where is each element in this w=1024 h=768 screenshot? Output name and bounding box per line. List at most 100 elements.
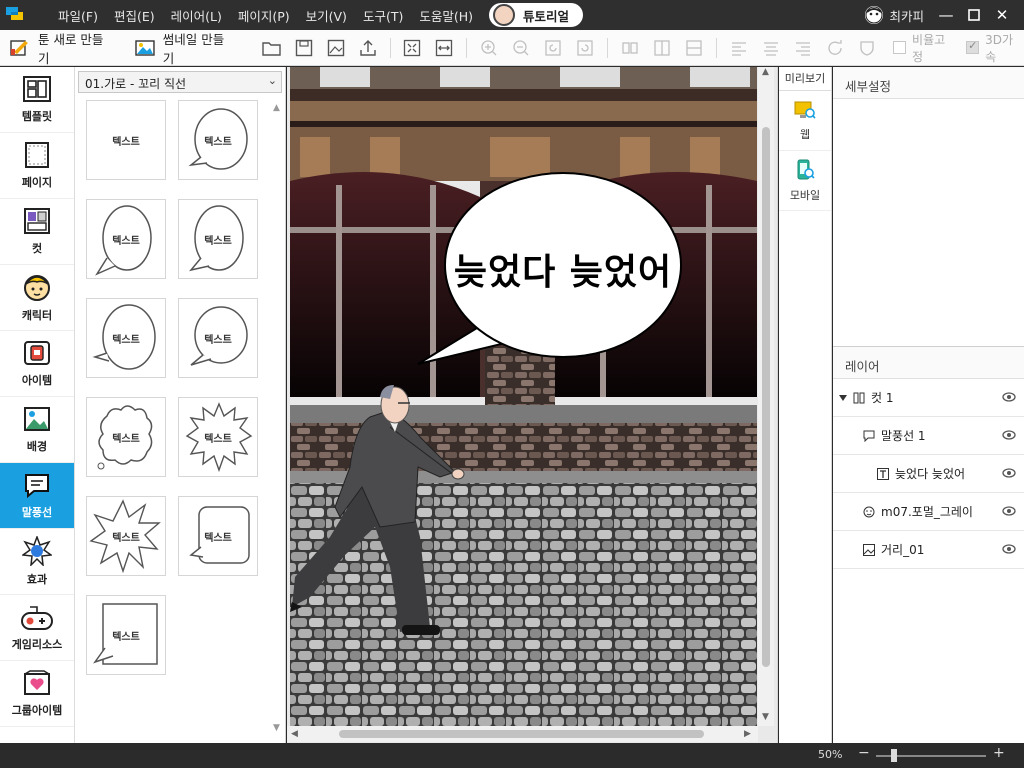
layer-row-cut[interactable]: 컷 1 <box>833 379 1024 417</box>
effect-icon <box>22 536 52 566</box>
mobile-preview-icon <box>797 159 815 179</box>
thumbnail-button[interactable]: 썸네일 만들기 <box>135 29 236 67</box>
bubble-oval-left[interactable]: 텍스트 <box>86 199 166 279</box>
nav-page[interactable]: 페이지 <box>0 133 74 199</box>
canvas-horizontal-scrollbar[interactable]: ◀ ▶ <box>287 726 758 742</box>
share-icon[interactable] <box>357 37 379 59</box>
scroll-down-icon[interactable]: ▼ <box>273 723 280 733</box>
palette-scrollbar[interactable]: ▲ ▼ <box>273 103 283 733</box>
zoom-out-button[interactable]: − <box>858 745 870 761</box>
nav-label: 배경 <box>26 440 48 453</box>
bubble-plain[interactable]: 텍스트 <box>86 100 166 180</box>
align-left-icon[interactable] <box>728 37 750 59</box>
scroll-up-icon[interactable]: ▲ <box>762 67 769 77</box>
chevron-down-icon: ⌄ <box>267 74 277 87</box>
zoom-in-icon[interactable] <box>478 37 500 59</box>
eye-icon[interactable] <box>1002 430 1016 440</box>
flip-horizontal-icon[interactable] <box>619 37 641 59</box>
bubble-square[interactable]: 텍스트 <box>86 595 166 675</box>
bubble-spiky[interactable]: 텍스트 <box>178 397 258 477</box>
scene-background <box>290 67 757 726</box>
scroll-left-icon[interactable]: ◀ <box>291 729 298 739</box>
close-icon[interactable]: ✕ <box>988 0 1016 30</box>
nav-item[interactable]: 아이템 <box>0 331 74 397</box>
rotate-right-icon[interactable] <box>574 37 596 59</box>
align-center-icon[interactable] <box>760 37 782 59</box>
menu-tools[interactable]: 도구(T) <box>355 6 411 25</box>
bubble-oval-tail[interactable]: 텍스트 <box>178 100 258 180</box>
image-icon[interactable] <box>325 37 347 59</box>
zoom-out-icon[interactable] <box>510 37 532 59</box>
split-vertical-icon[interactable] <box>651 37 673 59</box>
bubble-category-value: 01.가로 - 꼬리 직선 <box>85 77 187 91</box>
cut-canvas[interactable]: 늦었다 늦었어 <box>290 67 757 726</box>
minimize-icon[interactable]: — <box>932 0 960 30</box>
preview-web-button[interactable]: 웹 <box>779 91 831 151</box>
bubble-text-label: 텍스트 <box>204 136 232 148</box>
layer-row-text[interactable]: 늦었다 늦었어 <box>833 455 1024 493</box>
menu-layer[interactable]: 레이어(L) <box>163 6 230 25</box>
bubble-cloud[interactable]: 텍스트 <box>86 397 166 477</box>
layer-row-character[interactable]: m07.포멀_그레이 <box>833 493 1024 531</box>
nav-background[interactable]: 배경 <box>0 397 74 463</box>
aspect-lock-checkbox[interactable]: 비율고정 <box>893 31 956 65</box>
layer-row-bubble[interactable]: 말풍선 1 <box>833 417 1024 455</box>
nav-label: 게임리소스 <box>11 638 63 651</box>
layer-row-background[interactable]: 거리_01 <box>833 531 1024 569</box>
menu-view[interactable]: 보기(V) <box>298 6 355 25</box>
nav-effect[interactable]: 효과 <box>0 529 74 595</box>
eye-icon[interactable] <box>1002 506 1016 516</box>
speech-bubble-icon <box>25 474 49 499</box>
nav-speech-bubble[interactable]: 말풍선 <box>0 463 74 529</box>
preview-mobile-button[interactable]: 모바일 <box>779 151 831 211</box>
menu-page[interactable]: 페이지(P) <box>230 6 298 25</box>
scroll-down-icon[interactable]: ▼ <box>762 712 769 722</box>
scroll-right-icon[interactable]: ▶ <box>744 729 751 739</box>
bubble-text-label: 텍스트 <box>204 532 232 544</box>
vertical-scroll-thumb[interactable] <box>762 127 770 667</box>
nav-character[interactable]: 캐릭터 <box>0 265 74 331</box>
menu-edit[interactable]: 편집(E) <box>106 6 163 25</box>
bubble-burst[interactable]: 텍스트 <box>86 496 166 576</box>
menu-file[interactable]: 파일(F) <box>50 6 106 25</box>
scroll-up-icon[interactable]: ▲ <box>273 103 280 113</box>
speech-bubble-text[interactable]: 늦었다 늦었어 <box>448 243 678 295</box>
eye-icon[interactable] <box>1002 392 1016 402</box>
bubble-text-label: 텍스트 <box>204 334 232 346</box>
new-toon-button[interactable]: 툰 새로 만들기 <box>10 29 115 67</box>
nav-cut[interactable]: 컷 <box>0 199 74 265</box>
bubble-round-a[interactable]: 텍스트 <box>86 298 166 378</box>
canvas-vertical-scrollbar[interactable]: ▲ ▼ <box>758 67 774 726</box>
fit-screen-icon[interactable] <box>402 37 424 59</box>
zoom-slider-handle[interactable] <box>891 749 897 762</box>
save-icon[interactable] <box>293 37 315 59</box>
bubble-round-b[interactable]: 텍스트 <box>178 298 258 378</box>
open-folder-icon[interactable] <box>261 37 283 59</box>
nav-template[interactable]: 템플릿 <box>0 67 74 133</box>
rotate-left-icon[interactable] <box>542 37 564 59</box>
split-horizontal-icon[interactable] <box>683 37 705 59</box>
bubble-text-label: 텍스트 <box>204 235 232 247</box>
group-item-icon <box>24 670 50 695</box>
shield-icon[interactable] <box>856 37 878 59</box>
menu-help[interactable]: 도움말(H) <box>411 6 481 25</box>
expand-triangle-icon[interactable] <box>839 394 847 401</box>
align-right-icon[interactable] <box>792 37 814 59</box>
layer-name: 말풍선 1 <box>881 429 926 443</box>
eye-icon[interactable] <box>1002 468 1016 478</box>
nav-game-resource[interactable]: 게임리소스 <box>0 595 74 661</box>
fit-width-icon[interactable] <box>433 37 455 59</box>
bubble-category-select[interactable]: 01.가로 - 꼬리 직선 ⌄ <box>78 71 282 93</box>
user-account[interactable]: 최카피 <box>865 0 924 30</box>
refresh-icon[interactable] <box>824 37 846 59</box>
maximize-icon[interactable] <box>960 0 988 30</box>
eye-icon[interactable] <box>1002 544 1016 554</box>
horizontal-scroll-thumb[interactable] <box>339 730 704 738</box>
zoom-in-button[interactable]: + <box>993 745 1005 761</box>
bubble-oval-right[interactable]: 텍스트 <box>178 199 258 279</box>
accel-3d-checkbox[interactable]: 3D가속 <box>966 31 1024 65</box>
bubble-text-label: 텍스트 <box>112 532 140 544</box>
bubble-rounded-rect[interactable]: 텍스트 <box>178 496 258 576</box>
tutorial-button[interactable]: 튜토리얼 <box>488 3 583 27</box>
nav-group-item[interactable]: 그룹아이템 <box>0 661 74 727</box>
